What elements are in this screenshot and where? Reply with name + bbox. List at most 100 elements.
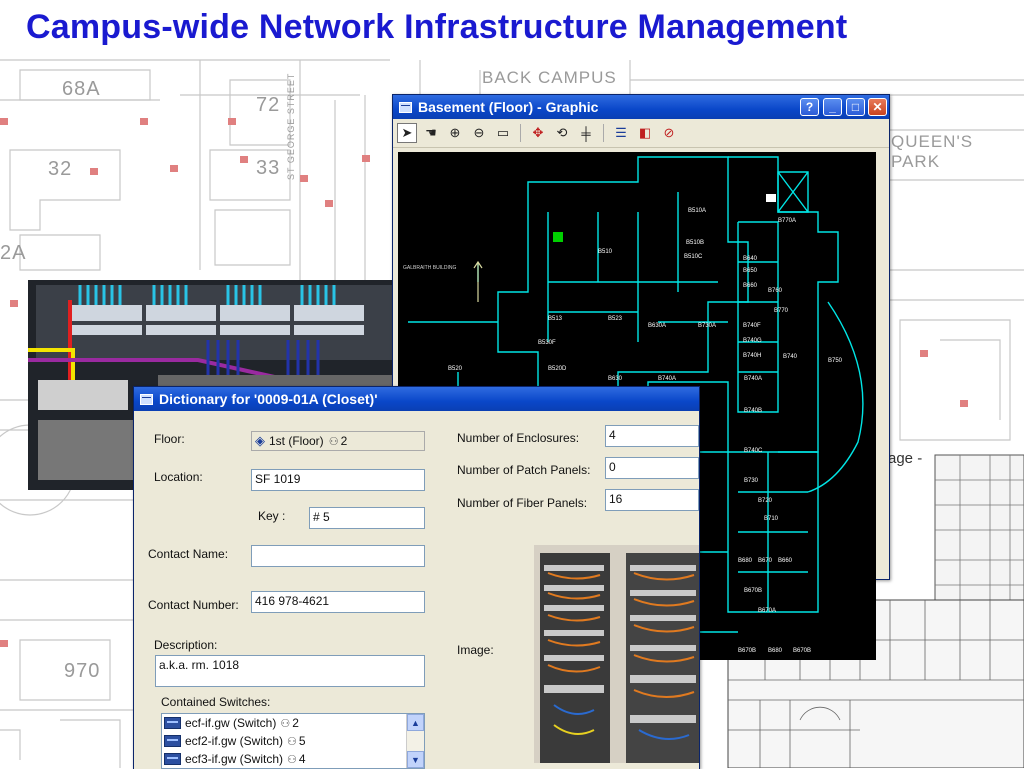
graphic-window-title: Basement (Floor) - Graphic <box>418 99 599 115</box>
svg-text:B510B: B510B <box>686 240 704 246</box>
svg-text:B530F: B530F <box>538 340 556 346</box>
contact-number-label: Contact Number: <box>148 598 239 612</box>
scroll-down-icon[interactable]: ▼ <box>407 751 424 768</box>
maximize-button[interactable]: □ <box>846 98 865 116</box>
floor-field[interactable]: ◈ 1st (Floor) ⚇ 2 <box>251 431 425 451</box>
zoom-prev-icon[interactable]: ⟲ <box>552 123 572 143</box>
fiber-panels-label: Number of Fiber Panels: <box>457 496 588 510</box>
minimize-button[interactable]: _ <box>823 98 842 116</box>
svg-text:B640: B640 <box>743 256 758 262</box>
switch-name: ecf-if.gw (Switch) <box>185 716 277 730</box>
key-input[interactable]: # 5 <box>309 507 425 529</box>
svg-text:B510: B510 <box>598 249 613 255</box>
svg-text:B740F: B740F <box>743 323 761 329</box>
measure-icon[interactable]: ╪ <box>576 123 596 143</box>
switch-name: ecf3-if.gw (Switch) <box>185 752 284 766</box>
svg-text:B520D: B520D <box>548 366 567 372</box>
enclosures-label: Number of Enclosures: <box>457 431 580 445</box>
svg-text:B520: B520 <box>448 366 463 372</box>
svg-text:B630A: B630A <box>648 323 666 329</box>
dictionary-window-titlebar[interactable]: Dictionary for '0009-01A (Closet)' <box>134 387 699 411</box>
svg-text:B740H: B740H <box>743 353 761 359</box>
svg-text:B650: B650 <box>743 268 758 274</box>
closet-image <box>534 545 699 763</box>
zoom-rect-icon[interactable]: ▭ <box>493 123 513 143</box>
svg-text:B710: B710 <box>764 516 779 522</box>
toolbar-separator <box>520 124 521 142</box>
svg-text:B730A: B730A <box>698 323 716 329</box>
svg-text:B670B: B670B <box>793 648 811 654</box>
svg-text:B670A: B670A <box>758 608 776 614</box>
svg-text:B740A: B740A <box>744 376 762 382</box>
dictionary-window[interactable]: Dictionary for '0009-01A (Closet)' Floor… <box>133 386 700 769</box>
fiber-panels-input[interactable]: 16 <box>605 489 699 511</box>
window-icon <box>140 393 153 405</box>
pan-hand-icon[interactable]: ☚ <box>421 123 441 143</box>
switch-count: 2 <box>292 716 299 730</box>
description-input[interactable]: a.k.a. rm. 1018 <box>155 655 425 687</box>
patch-panels-input[interactable]: 0 <box>605 457 699 479</box>
graphic-toolbar: ➤ ☚ ⊕ ⊖ ▭ ✥ ⟲ ╪ ☰ ◧ ⊘ <box>393 119 889 148</box>
location-input[interactable]: SF 1019 <box>251 469 425 491</box>
users-icon: ⚇ <box>287 735 297 748</box>
svg-text:B730: B730 <box>744 478 759 484</box>
print-icon[interactable]: ⊘ <box>659 123 679 143</box>
help-button[interactable]: ? <box>800 98 819 116</box>
location-label: Location: <box>154 470 203 484</box>
svg-text:B740G: B740G <box>743 338 762 344</box>
users-icon: ⚇ <box>328 435 339 448</box>
svg-text:B680: B680 <box>738 558 753 564</box>
layers-icon[interactable]: ◧ <box>635 123 655 143</box>
dictionary-window-title: Dictionary for '0009-01A (Closet)' <box>159 391 378 407</box>
patch-panels-label: Number of Patch Panels: <box>457 463 591 477</box>
switches-listbox[interactable]: ecf-if.gw (Switch) ⚇ 2 ecf2-if.gw (Switc… <box>161 713 425 769</box>
list-item[interactable]: ecf3-if.gw (Switch) ⚇ 4 <box>162 750 424 768</box>
svg-text:B770: B770 <box>774 308 789 314</box>
switch-name: ecf2-if.gw (Switch) <box>185 734 284 748</box>
svg-text:B740B: B740B <box>744 408 762 414</box>
key-label: Key : <box>258 509 286 523</box>
floor-label: Floor: <box>154 432 185 446</box>
contact-number-input[interactable]: 416 978-4621 <box>251 591 425 613</box>
zoom-in-icon[interactable]: ⊕ <box>445 123 465 143</box>
switch-icon <box>164 735 181 747</box>
contact-name-input[interactable] <box>251 545 425 567</box>
svg-text:B740: B740 <box>783 354 798 360</box>
svg-text:B720: B720 <box>758 498 773 504</box>
svg-text:B630: B630 <box>608 376 623 382</box>
switch-icon <box>164 717 181 729</box>
svg-text:B510C: B510C <box>684 254 703 260</box>
window-icon <box>399 101 412 113</box>
floor-value: 1st (Floor) <box>269 434 324 448</box>
properties-icon[interactable]: ☰ <box>611 123 631 143</box>
scroll-up-icon[interactable]: ▲ <box>407 714 424 731</box>
svg-text:B760: B760 <box>768 288 783 294</box>
svg-text:B740C: B740C <box>744 448 763 454</box>
select-arrow-icon[interactable]: ➤ <box>397 123 417 143</box>
users-icon: ⚇ <box>287 753 297 766</box>
floor-layers-icon: ◈ <box>255 433 265 448</box>
svg-text:B660: B660 <box>778 558 793 564</box>
switch-count: 4 <box>298 752 306 766</box>
svg-text:B660: B660 <box>743 283 758 289</box>
users-icon: ⚇ <box>280 717 291 730</box>
image-label: Image: <box>457 643 494 657</box>
list-item[interactable]: ecf-if.gw (Switch) ⚇ 2 <box>162 714 424 732</box>
zoom-out-icon[interactable]: ⊖ <box>469 123 489 143</box>
svg-text:B670B: B670B <box>738 648 756 654</box>
svg-text:GALBRAITH BUILDING: GALBRAITH BUILDING <box>403 265 456 271</box>
contained-switches-label: Contained Switches: <box>161 695 271 709</box>
switches-scrollbar[interactable]: ▲ ▼ <box>406 714 424 768</box>
svg-text:B510A: B510A <box>688 208 706 214</box>
svg-text:B740A: B740A <box>658 376 676 382</box>
description-label: Description: <box>154 638 218 652</box>
toolbar-separator <box>603 124 604 142</box>
list-item[interactable]: ecf2-if.gw (Switch) ⚇ 5 <box>162 732 424 750</box>
move-cross-icon[interactable]: ✥ <box>528 123 548 143</box>
graphic-window-titlebar[interactable]: Basement (Floor) - Graphic ? _ □ ✕ <box>393 95 889 119</box>
switch-count: 5 <box>298 734 306 748</box>
close-button[interactable]: ✕ <box>868 98 887 116</box>
svg-text:B680: B680 <box>768 648 783 654</box>
enclosures-input[interactable]: 4 <box>605 425 699 447</box>
svg-text:B670B: B670B <box>744 588 762 594</box>
